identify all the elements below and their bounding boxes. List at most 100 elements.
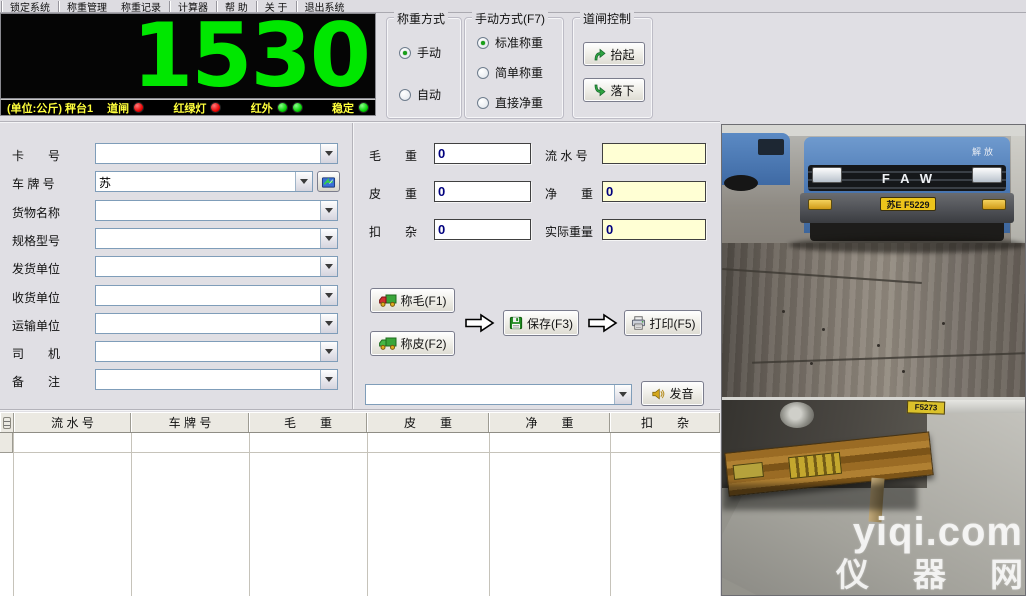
chevron-down-icon [300, 179, 308, 184]
chevron-down-icon [325, 349, 333, 354]
table-column-header-3[interactable]: 皮 重 [367, 413, 489, 432]
card-number-label: 卡 号 [12, 147, 60, 164]
save-button[interactable]: 保存(F3) [503, 310, 579, 336]
transporter-drop-button[interactable] [320, 314, 337, 333]
radio-option-标准称重[interactable]: 标准称重 [477, 34, 543, 51]
tare-weight-value: 0 [438, 184, 445, 199]
table-gridline [131, 433, 132, 596]
gross-weight-field[interactable]: 0 [434, 143, 531, 164]
chevron-down-icon [325, 293, 333, 298]
table-row-selector[interactable] [0, 433, 13, 453]
serial-number-label: 流 水 号 [545, 147, 588, 164]
shipper-combobox[interactable] [95, 256, 338, 277]
weighbridge-platform [722, 243, 1025, 397]
rear-license-plate: F5273 [907, 400, 945, 414]
bumper-plate-small [733, 462, 764, 480]
actual-weight-field[interactable]: 0 [602, 219, 706, 240]
flow-arrow-icon [464, 313, 495, 338]
status-light-green [292, 102, 303, 113]
browse-plates-button[interactable] [317, 171, 340, 192]
browse-plates-icon [321, 175, 336, 189]
table-row[interactable] [0, 433, 720, 453]
camera-panel: 解放 FAW 苏E F5229 [721, 124, 1026, 596]
gate-raise-label: 抬起 [610, 46, 634, 63]
radio-option-label: 直接净重 [495, 94, 543, 111]
status-indicator-1: 红绿灯 [173, 100, 221, 116]
top-section-divider [0, 121, 720, 122]
card-number-value [96, 144, 320, 163]
radio-unselected-icon [477, 67, 489, 79]
radio-option-手动[interactable]: 手动 [399, 44, 441, 61]
table-gridline [489, 433, 490, 596]
transporter-combobox[interactable] [95, 313, 338, 334]
chevron-down-icon [325, 264, 333, 269]
tare-weight-field[interactable]: 0 [434, 181, 531, 202]
spec-model-combobox[interactable] [95, 228, 338, 249]
status-light-red [133, 102, 144, 113]
save-label: 保存(F3) [527, 315, 573, 332]
table-column-header-1[interactable]: 车 牌 号 [131, 413, 249, 432]
print-button[interactable]: 打印(F5) [624, 310, 702, 336]
status-indicator-label: 红外 [251, 100, 273, 116]
radio-option-自动[interactable]: 自动 [399, 86, 441, 103]
status-indicator-label: 道闸 [107, 100, 129, 116]
transporter-value [96, 314, 320, 333]
menu-item-0[interactable]: 锁定系统 [3, 0, 57, 14]
menu-item-4[interactable]: 帮 助 [218, 0, 255, 14]
spec-model-drop-button[interactable] [320, 229, 337, 248]
receiver-combobox[interactable] [95, 285, 338, 306]
front-camera-view: 解放 FAW 苏E F5229 [722, 125, 1025, 397]
goods-name-drop-button[interactable] [320, 201, 337, 220]
axle-pipe [780, 402, 814, 428]
form-panel-divider [352, 123, 353, 409]
menu-item-3[interactable]: 计算器 [171, 0, 215, 14]
menu-separator [169, 1, 170, 12]
receiver-value [96, 286, 320, 305]
records-table-header: 流 水 号车 牌 号毛 重皮 重净 重扣 杂 [0, 412, 720, 433]
goods-name-combobox[interactable] [95, 200, 338, 221]
status-indicator-0: 道闸 [107, 100, 144, 116]
menu-item-6[interactable]: 退出系统 [298, 0, 352, 14]
menu-item-1[interactable]: 称重管理 [60, 0, 114, 14]
voice-text-combobox[interactable] [365, 384, 632, 405]
weigh-gross-button[interactable]: 称毛(F1) [370, 288, 455, 313]
card-number-combobox[interactable] [95, 143, 338, 164]
card-number-drop-button[interactable] [320, 144, 337, 163]
plate-number-combobox[interactable]: 苏 [95, 171, 313, 192]
deduction-weight-label: 扣 杂 [369, 223, 417, 240]
plate-number-drop-button[interactable] [295, 172, 312, 191]
arrow-up-green-icon [593, 48, 606, 61]
watermark-line1: yiqi.com [836, 512, 1023, 552]
table-column-header-0[interactable]: 流 水 号 [14, 413, 131, 432]
deduction-weight-field[interactable]: 0 [434, 219, 531, 240]
radio-option-简单称重[interactable]: 简单称重 [477, 64, 543, 81]
menu-item-2[interactable]: 称重记录 [114, 0, 168, 14]
radio-option-直接净重[interactable]: 直接净重 [477, 94, 543, 111]
speak-button[interactable]: 发音 [641, 381, 704, 406]
driver-drop-button[interactable] [320, 342, 337, 361]
net-weight-label: 净 重 [545, 185, 593, 202]
table-column-header-5[interactable]: 扣 杂 [610, 413, 720, 432]
table-column-header-2[interactable]: 毛 重 [249, 413, 367, 432]
receiver-drop-button[interactable] [320, 286, 337, 305]
table-gridline [249, 433, 250, 596]
driver-combobox[interactable] [95, 341, 338, 362]
gate-raise-button[interactable]: 抬起 [583, 42, 645, 66]
remarks-drop-button[interactable] [320, 370, 337, 389]
shipper-value [96, 257, 320, 276]
remarks-combobox[interactable] [95, 369, 338, 390]
gate-lower-button[interactable]: 落下 [583, 78, 645, 102]
front-license-plate: 苏E F5229 [880, 197, 936, 211]
serial-number-field[interactable] [602, 143, 706, 164]
net-weight-field[interactable]: 0 [602, 181, 706, 202]
weight-display-value: 1530 [132, 13, 369, 99]
table-column-header-4[interactable]: 净 重 [489, 413, 610, 432]
weigh-tare-button[interactable]: 称皮(F2) [370, 331, 455, 356]
voice-combo-drop-button[interactable] [614, 385, 631, 404]
platform-rivets [782, 310, 785, 313]
table-corner-icon [3, 417, 11, 429]
records-table-body[interactable] [0, 433, 720, 596]
menu-item-5[interactable]: 关 于 [258, 0, 295, 14]
weight-display-panel: 1530 [0, 13, 376, 99]
shipper-drop-button[interactable] [320, 257, 337, 276]
